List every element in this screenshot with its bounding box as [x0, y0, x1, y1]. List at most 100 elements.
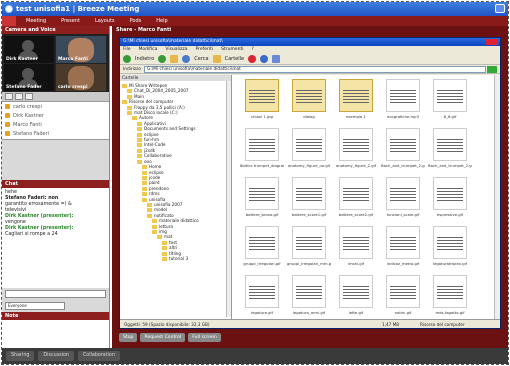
- window-titlebar: test unisofia1 | Breeze Meeting: [2, 2, 508, 16]
- file-item[interactable]: chiavi 1.jpg: [240, 79, 284, 124]
- file-item[interactable]: battere_score2.gif: [334, 177, 378, 222]
- menu-help[interactable]: Help: [156, 18, 167, 24]
- views-icon[interactable]: [272, 54, 281, 63]
- file-item[interactable]: legature.gif: [240, 275, 284, 319]
- file-item[interactable]: dialog: [287, 79, 331, 124]
- menu-pods[interactable]: Pods: [130, 18, 142, 24]
- tree-scrollbar[interactable]: [226, 81, 231, 317]
- folder-icon: [137, 148, 142, 153]
- file-thumbnail: [245, 275, 279, 308]
- options-button[interactable]: [25, 93, 33, 100]
- menu-layouts[interactable]: Layouts: [95, 18, 115, 24]
- file-item[interactable]: 8_6.gif: [428, 79, 472, 124]
- stop-sharing-button[interactable]: Stop: [119, 332, 138, 342]
- delete-icon[interactable]: [248, 54, 257, 63]
- file-item[interactable]: mds-fagotto.gif: [428, 275, 472, 319]
- video-tile: Stefano Fader: [4, 64, 54, 91]
- file-item[interactable]: imshi.gif: [334, 226, 378, 271]
- file-item[interactable]: gruppi_irregolari.gif: [240, 226, 284, 271]
- tab-discussion[interactable]: Discussion: [38, 351, 74, 361]
- user-icon: [5, 122, 10, 127]
- folder-icon: [142, 197, 147, 202]
- video-name: Marco Fanti: [58, 57, 88, 62]
- file-thumbnail: [245, 177, 279, 210]
- file-item[interactable]: battere_score1.gif: [287, 177, 331, 222]
- address-field[interactable]: G:\Mi chiesi unisofia\materiale didattic…: [144, 65, 486, 73]
- file-thumbnail: [433, 275, 467, 308]
- full-screen-button[interactable]: Full screen: [188, 332, 221, 342]
- file-name: Bach_and_trumpet_2.gif: [428, 163, 472, 168]
- file-name: 8bitics trumpet_diagram.gif: [240, 163, 284, 168]
- folder-icon: [137, 154, 142, 159]
- file-name: mds-fagotto.gif: [435, 310, 465, 315]
- raise-hand-button[interactable]: [5, 93, 13, 100]
- file-thumbnail: [433, 128, 467, 161]
- forward-arrow-icon[interactable]: [158, 54, 167, 63]
- undo-icon[interactable]: [260, 54, 269, 63]
- file-view: chiavi 1.jpg dialog esempio 1 ecografiche.m…: [232, 75, 500, 319]
- menu-present[interactable]: Present: [61, 18, 80, 24]
- file-thumbnail: [339, 177, 373, 210]
- file-thumbnail: [433, 226, 467, 259]
- file-item[interactable]: espressive.gif: [428, 177, 472, 222]
- user-icon: [5, 113, 10, 118]
- file-item[interactable]: lefte.gif: [334, 275, 378, 319]
- folder-icon: [142, 170, 147, 175]
- folder-icon: [162, 240, 167, 245]
- file-name: legaturatriplex.gif: [432, 261, 467, 266]
- file-item[interactable]: legaturatriplex.gif: [428, 226, 472, 271]
- tree-node[interactable]: tutorial 3: [122, 256, 229, 261]
- tab-collaboration[interactable]: Collaboration: [77, 351, 120, 361]
- search-icon[interactable]: [182, 54, 191, 63]
- chat-input[interactable]: [5, 290, 106, 298]
- close-icon[interactable]: [486, 39, 498, 45]
- folder-icon: [122, 100, 127, 105]
- file-item[interactable]: anatomy_figure_no.gif: [287, 128, 331, 173]
- file-item[interactable]: anatomy_figure_2.gif: [334, 128, 378, 173]
- file-item[interactable]: esempio 1: [334, 79, 378, 124]
- file-name: funzioni_scale.gif: [386, 212, 420, 217]
- file-item[interactable]: Bach_and_trumpet_2.gif: [428, 128, 472, 173]
- folder-icon: [142, 165, 147, 170]
- video-name: carlo crespi: [58, 85, 88, 90]
- folders-icon[interactable]: [212, 54, 221, 63]
- file-thumbnail: [339, 79, 373, 112]
- file-item[interactable]: 8bitics trumpet_diagram.gif: [240, 128, 284, 173]
- folder-icon: [137, 138, 142, 143]
- file-item[interactable]: battere_bravo.gif: [240, 177, 284, 222]
- file-thumbnail: [245, 79, 279, 112]
- folder-icon: [132, 116, 137, 121]
- explorer-titlebar: G:\Mi chiesi unisofia\materiale didattic…: [120, 38, 500, 46]
- file-thumbnail: [339, 128, 373, 161]
- file-item[interactable]: ecografiche.mp3: [381, 79, 425, 124]
- file-item[interactable]: legatura_mmi.gif: [287, 275, 331, 319]
- list-item[interactable]: Stefano Faderi: [2, 129, 109, 138]
- list-item[interactable]: Dirk Kastner: [2, 111, 109, 120]
- chat-recipient-select[interactable]: Everyone: [5, 302, 65, 310]
- file-item[interactable]: gruppi_irregolari_mm.gif: [287, 226, 331, 271]
- status-button[interactable]: [15, 93, 23, 100]
- request-control-button[interactable]: Request Control: [140, 332, 186, 342]
- file-item[interactable]: funzioni_scale.gif: [381, 177, 425, 222]
- list-item[interactable]: carlo crespi: [2, 102, 109, 111]
- window-control-button[interactable]: [495, 4, 505, 13]
- menu-meeting[interactable]: Meeting: [26, 18, 46, 24]
- file-item[interactable]: notini.gif: [381, 275, 425, 319]
- file-item[interactable]: indicaz_metro.gif: [381, 226, 425, 271]
- user-icon: [5, 104, 10, 109]
- up-folder-icon[interactable]: [170, 54, 179, 63]
- tab-sharing[interactable]: Sharing: [6, 351, 35, 361]
- folder-icon: [137, 143, 142, 148]
- back-arrow-icon[interactable]: [123, 54, 131, 63]
- chat-recipient-row: Everyone: [2, 300, 109, 312]
- file-item[interactable]: Bach_and_trumpet_2.gif: [381, 128, 425, 173]
- go-button[interactable]: [487, 65, 497, 73]
- folder-icon: [137, 121, 142, 126]
- file-name: battere_bravo.gif: [245, 212, 279, 217]
- file-name: anatomy_figure_2.gif: [335, 163, 377, 168]
- file-scrollbar[interactable]: [494, 75, 500, 319]
- folder-icon: [162, 251, 167, 256]
- list-item[interactable]: Marco Fanti: [2, 120, 109, 129]
- folder-icon: [127, 111, 132, 116]
- share-pod: Share - Marco Fanti G:\Mi chiesi unisofi…: [112, 26, 508, 348]
